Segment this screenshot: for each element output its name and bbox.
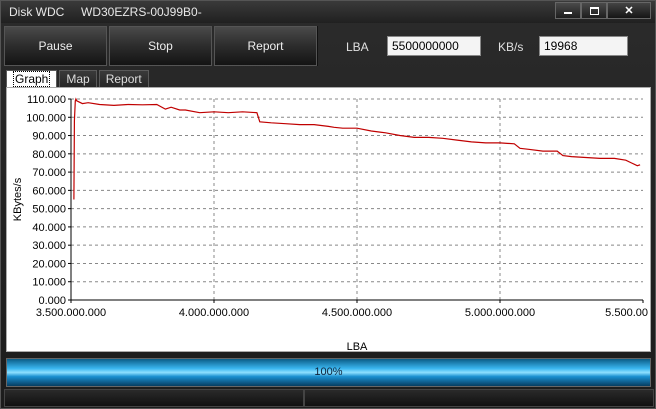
window-controls: ✕	[555, 2, 651, 19]
lba-label: LBA	[346, 40, 369, 54]
tab-map[interactable]: Map	[59, 70, 97, 87]
y-tick-label: 90.000	[32, 131, 66, 143]
y-tick-label: 80.000	[32, 149, 66, 161]
y-tick-label: 10.000	[32, 277, 66, 289]
x-tick-label: 5.500.00	[605, 307, 648, 319]
kbs-label: KB/s	[498, 40, 524, 54]
tab-graph-label: Graph	[13, 71, 51, 87]
x-tick-label: 3.500.000.000	[36, 307, 106, 319]
y-tick-label: 100.000	[26, 112, 66, 124]
app-window: Disk WDC WD30EZRS-00J99B0- ✕ Pause Stop …	[0, 0, 656, 409]
tab-report[interactable]: Report	[98, 70, 149, 87]
window-title: Disk WDC WD30EZRS-00J99B0-	[9, 5, 202, 19]
pause-button[interactable]: Pause	[4, 26, 107, 66]
toolbar-divider	[316, 26, 318, 66]
y-tick-label: 20.000	[32, 258, 66, 270]
x-axis-label: LBA	[347, 341, 368, 353]
y-tick-label: 70.000	[32, 167, 66, 179]
tab-strip: Graph Map Report	[6, 70, 151, 88]
minimize-icon	[564, 12, 572, 14]
maximize-button[interactable]	[581, 2, 607, 19]
close-button[interactable]: ✕	[607, 2, 651, 19]
lba-field[interactable]	[387, 36, 481, 56]
y-tick-label: 30.000	[32, 240, 66, 252]
y-tick-label: 50.000	[32, 204, 66, 216]
toolbar: Pause Stop Report LBA KB/s	[4, 26, 654, 68]
x-tick-label: 4.500.000.000	[322, 307, 392, 319]
status-cell-left	[4, 389, 304, 407]
progress-bar: 100%	[6, 358, 651, 387]
graph-panel: 0.000 10.000 20.000 30.000 40.000 50.000 60.00…	[6, 87, 651, 353]
y-tick-label: 40.000	[32, 222, 66, 234]
speed-chart: 0.000 10.000 20.000 30.000 40.000 50.000 60.00…	[12, 94, 648, 353]
title-bar[interactable]: Disk WDC WD30EZRS-00J99B0- ✕	[1, 1, 655, 23]
progress-label: 100%	[314, 366, 343, 378]
stop-button[interactable]: Stop	[109, 26, 212, 66]
maximize-icon	[589, 6, 599, 15]
y-tick-label: 110.000	[27, 94, 66, 106]
tab-graph[interactable]: Graph	[6, 70, 58, 87]
y-tick-label: 0.000	[38, 295, 66, 307]
report-button[interactable]: Report	[214, 26, 317, 66]
y-tick-label: 60.000	[32, 185, 66, 197]
x-tick-label: 5.000.000.000	[465, 307, 535, 319]
status-cell-right	[304, 389, 654, 407]
close-icon: ✕	[624, 5, 634, 17]
y-axis-label: KBytes/s	[12, 177, 24, 221]
x-tick-label: 4.000.000.000	[179, 307, 249, 319]
kbs-field[interactable]	[539, 36, 628, 56]
status-bar	[4, 389, 654, 408]
minimize-button[interactable]	[555, 2, 581, 19]
